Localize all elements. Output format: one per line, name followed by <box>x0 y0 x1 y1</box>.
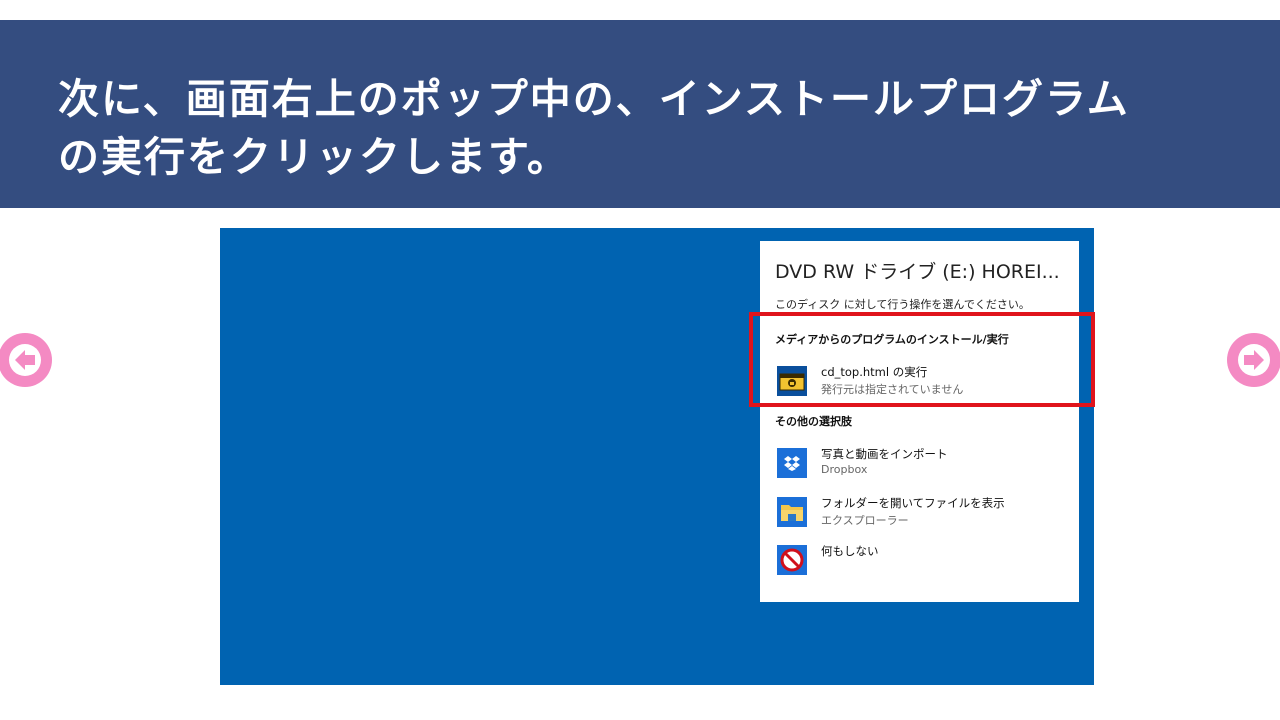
option-label: cd_top.html の実行 <box>821 365 928 379</box>
open-folder-option[interactable]: フォルダーを開いてファイルを表示 エクスプローラー <box>775 495 1065 533</box>
run-installer-option[interactable]: cd_top.html の実行 発行元は指定されていません <box>775 364 1065 402</box>
right-arrow-icon <box>1238 344 1270 376</box>
next-slide-button[interactable] <box>1227 333 1280 387</box>
option-sublabel: Dropbox <box>821 463 868 476</box>
left-arrow-icon <box>9 344 41 376</box>
desktop-screenshot: DVD RW ドライブ (E:) HOREI... このディスク に対して行う操… <box>220 228 1094 685</box>
autoplay-popup: DVD RW ドライブ (E:) HOREI... このディスク に対して行う操… <box>760 241 1079 602</box>
option-label: フォルダーを開いてファイルを表示 <box>821 496 1005 510</box>
no-action-icon <box>777 545 807 575</box>
import-photos-option[interactable]: 写真と動画をインポート Dropbox <box>775 446 1065 484</box>
section-install-heading: メディアからのプログラムのインストール/実行 <box>775 333 1009 346</box>
popup-subtitle: このディスク に対して行う操作を選んでください。 <box>775 298 1030 311</box>
option-label: 写真と動画をインポート <box>821 447 948 461</box>
instruction-banner: 次に、画面右上のポップ中の、インストールプログラム の実行をクリックします。 <box>0 20 1280 208</box>
take-no-action-option[interactable]: 何もしない <box>775 543 1065 581</box>
installer-icon <box>777 366 807 396</box>
option-sublabel: エクスプローラー <box>821 514 909 527</box>
previous-slide-button[interactable] <box>0 333 52 387</box>
option-label: 何もしない <box>821 544 879 558</box>
option-sublabel: 発行元は指定されていません <box>821 383 964 396</box>
popup-title: DVD RW ドライブ (E:) HOREI... <box>775 261 1060 283</box>
folder-icon <box>777 497 807 527</box>
instruction-text: 次に、画面右上のポップ中の、インストールプログラム の実行をクリックします。 <box>58 75 1130 181</box>
section-other-heading: その他の選択肢 <box>775 415 852 428</box>
dropbox-icon <box>777 448 807 478</box>
